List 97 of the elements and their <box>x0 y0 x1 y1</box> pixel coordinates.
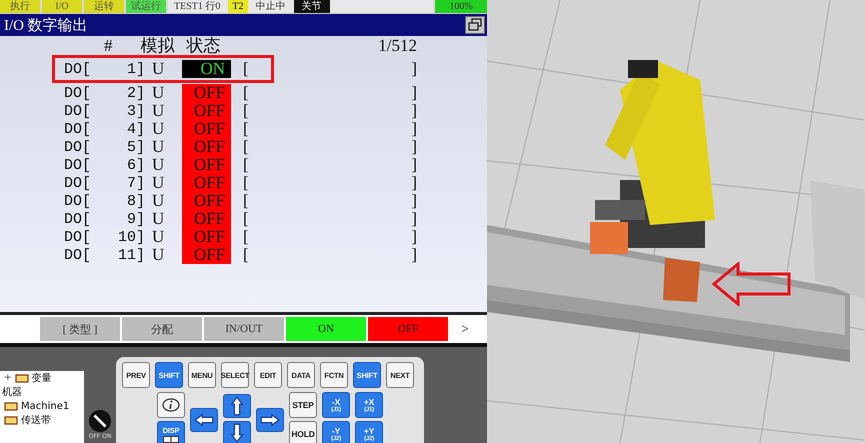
sim-label: U <box>152 119 166 139</box>
arrow-key[interactable] <box>190 408 218 432</box>
page-indicator: 1/512 <box>378 37 417 54</box>
state-cell[interactable]: OFF <box>182 84 231 102</box>
arrow-key[interactable] <box>256 408 284 432</box>
comment-bracket: [ <box>243 191 249 211</box>
sim-label: U <box>152 227 166 247</box>
column-header: 模拟 <box>140 37 174 54</box>
function-key[interactable]: IN/OUT <box>204 317 284 341</box>
function-key[interactable]: ON <box>286 317 366 341</box>
comment-bracket: [ <box>243 173 249 193</box>
comment-bracket: [ <box>243 209 249 229</box>
comment-bracket: ] <box>411 227 417 247</box>
status-cell: 执行 <box>0 0 40 13</box>
comment-bracket: ] <box>411 59 417 79</box>
folder-icon <box>4 415 18 425</box>
comment-bracket: ] <box>411 245 417 265</box>
sim-label: U <box>152 191 166 211</box>
arrow-key[interactable] <box>223 421 251 443</box>
state-cell[interactable]: OFF <box>182 120 231 138</box>
folder-icon <box>14 373 29 383</box>
expand-toggle[interactable]: + <box>4 373 12 383</box>
port-label: DO[ 6] <box>64 156 144 174</box>
column-header: # <box>104 37 112 54</box>
sim-label: U <box>152 155 166 175</box>
function-key[interactable]: OFF <box>368 317 448 341</box>
comment-bracket: ] <box>411 155 417 175</box>
sim-label: U <box>152 59 166 79</box>
status-cell: 试运行 <box>126 0 166 13</box>
keypad-key[interactable]: STEP <box>289 392 317 418</box>
port-label: DO[ 4] <box>64 120 144 138</box>
state-cell[interactable]: ON <box>182 60 231 78</box>
info-icon <box>161 398 181 412</box>
state-cell[interactable]: OFF <box>182 138 231 156</box>
state-cell[interactable]: OFF <box>182 174 231 192</box>
state-cell[interactable]: OFF <box>182 210 231 228</box>
state-cell[interactable]: OFF <box>182 192 231 210</box>
arrow-icon <box>230 395 244 417</box>
function-key[interactable]: 分配 <box>122 317 202 341</box>
key-switch-icon[interactable] <box>88 409 112 433</box>
port-label: DO[ 3] <box>64 102 144 120</box>
state-cell[interactable]: OFF <box>182 246 231 264</box>
sim-label: U <box>152 209 166 229</box>
sim-label: U <box>152 245 166 265</box>
comment-bracket: ] <box>411 83 417 103</box>
column-header: 状态 <box>186 37 220 54</box>
port-label: DO[ 5] <box>64 138 144 156</box>
speed-cell: 100% <box>435 0 487 13</box>
tree-item[interactable]: Machine1 <box>21 400 70 412</box>
sim-label: U <box>152 137 166 157</box>
status-cell: I/O <box>42 0 82 13</box>
port-label: DO[ 2] <box>64 84 144 102</box>
comment-bracket: [ <box>243 119 249 139</box>
state-cell[interactable]: OFF <box>182 228 231 246</box>
info-key[interactable] <box>157 392 185 418</box>
tree-item[interactable]: 变量 <box>32 371 52 385</box>
state-cell[interactable]: OFF <box>182 156 231 174</box>
state-cell[interactable]: OFF <box>182 102 231 120</box>
port-label: DO[ 8] <box>64 192 144 210</box>
tree-item[interactable]: 机器 <box>2 385 22 399</box>
comment-bracket: [ <box>243 59 249 79</box>
comment-bracket: [ <box>243 227 249 247</box>
window-icon <box>163 436 179 442</box>
arrow-key[interactable] <box>223 394 251 418</box>
port-label: DO[ 9] <box>64 210 144 228</box>
port-label: DO[ 7] <box>64 174 144 192</box>
sim-label: U <box>152 173 166 193</box>
sim-label: U <box>152 83 166 103</box>
arrow-icon <box>230 422 244 443</box>
restore-icon[interactable] <box>465 16 485 34</box>
comment-bracket: ] <box>411 173 417 193</box>
comment-bracket: [ <box>243 101 249 121</box>
comment-bracket: ] <box>411 191 417 211</box>
arrow-icon <box>259 412 281 426</box>
mode-badge: T2 <box>228 0 248 13</box>
sim-label: U <box>152 101 166 121</box>
window-title: I/O 数字输出 <box>4 16 88 34</box>
port-label: DO[ 1] <box>64 60 144 78</box>
comment-bracket: [ <box>243 155 249 175</box>
comment-bracket: ] <box>411 101 417 121</box>
port-label: DO[ 10] <box>64 228 144 246</box>
arrow-icon <box>193 412 215 426</box>
port-label: DO[ 11] <box>64 246 144 264</box>
program-name: TEST1 行0 <box>174 0 220 13</box>
keypad-key[interactable]: HOLD <box>289 421 317 443</box>
coord-badge: 关节 <box>294 0 330 13</box>
folder-icon <box>4 401 18 411</box>
function-key[interactable]: [ 类型 ] <box>40 317 120 341</box>
tree-item[interactable]: 传送带 <box>21 413 51 427</box>
comment-bracket: [ <box>243 83 249 103</box>
comment-bracket: ] <box>411 137 417 157</box>
program-state: 中止中 <box>256 0 286 13</box>
comment-bracket: ] <box>411 119 417 139</box>
status-cell: 运转 <box>84 0 124 13</box>
comment-bracket: [ <box>243 245 249 265</box>
comment-bracket: [ <box>243 137 249 157</box>
comment-bracket: ] <box>411 209 417 229</box>
